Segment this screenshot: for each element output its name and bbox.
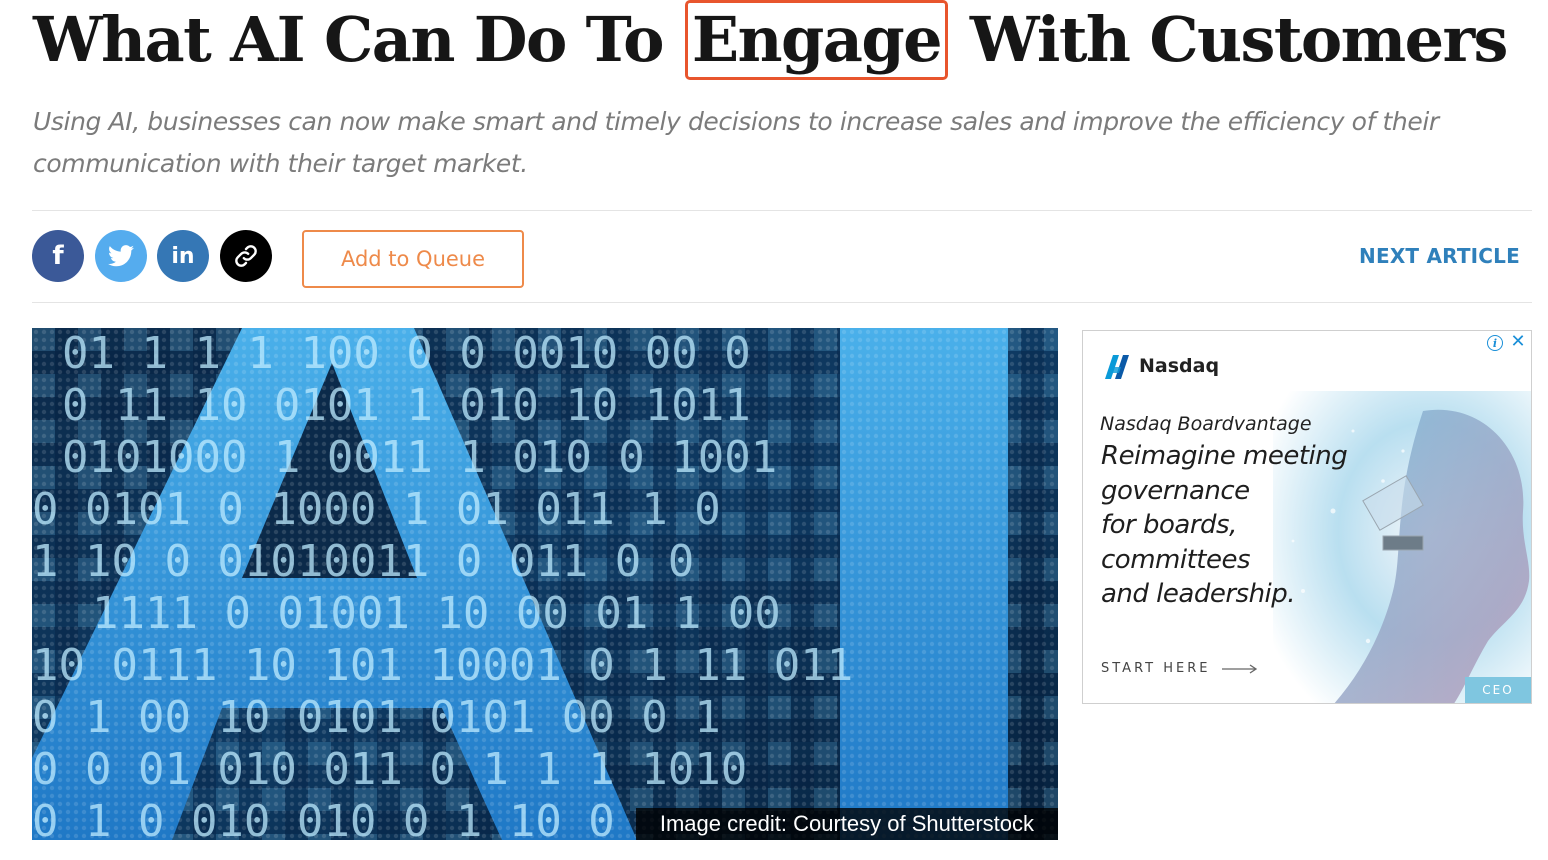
svg-text:0101000 1 0011 1 010 0 1001: 0101000 1 0011 1 010 0 1001	[62, 432, 777, 483]
ad-brand-logo: Nasdaq	[1101, 351, 1219, 381]
share-linkedin-button[interactable]: in	[157, 230, 209, 282]
svg-text:0 0101 0 1000 1 01 011 1 0: 0 0101 0 1000 1 01 011 1 0	[32, 484, 721, 535]
article-title: What AI Can Do To Engage With Customers	[33, 0, 1509, 80]
title-text-after: With Customers	[969, 3, 1509, 76]
svg-text:0 11 10 0101 1 010 10 1011: 0 11 10 0101 1 010 10 1011	[62, 380, 751, 431]
ad-start-here-link[interactable]: START HERE	[1101, 661, 1258, 676]
ad-product-name: Nasdaq Boardvantage	[1100, 413, 1312, 435]
share-facebook-button[interactable]: f	[32, 230, 84, 282]
twitter-icon	[108, 245, 134, 267]
hero-image: 01 1 1 1 100 0 0 0010 00 0 0 11 10 0101 …	[32, 328, 1058, 840]
linkedin-icon: in	[171, 243, 195, 269]
facebook-icon: f	[52, 241, 64, 271]
advertisement[interactable]: Nasdaq Nasdaq Boardvantage Reimagine mee…	[1082, 330, 1532, 704]
title-text-before: What AI Can Do To	[33, 3, 664, 76]
share-twitter-button[interactable]	[95, 230, 147, 282]
title-highlight-word: Engage	[684, 0, 948, 80]
divider-bottom	[32, 302, 1532, 303]
copy-link-button[interactable]	[220, 230, 272, 282]
svg-text:10 0111 10 101 10001 0 1 11 01: 10 0111 10 101 10001 0 1 11 011	[32, 640, 853, 691]
add-to-queue-button[interactable]: Add to Queue	[302, 230, 524, 288]
svg-text:01 1 1 1 100 0 0 0010 00 0: 01 1 1 1 100 0 0 0010 00 0	[62, 328, 751, 379]
divider-top	[32, 210, 1532, 211]
next-article-link[interactable]: NEXT ARTICLE	[1359, 244, 1520, 268]
svg-text:0 1 00 10 0101 0101 00 0 1: 0 1 00 10 0101 0101 00 0 1	[32, 692, 721, 743]
ad-brand-name: Nasdaq	[1139, 355, 1220, 377]
ad-headline: Reimagine meeting governance for boards,…	[1101, 441, 1348, 609]
ad-ceo-tag: CEO	[1465, 677, 1531, 703]
svg-text:0 1 0 010 010 0 1 10 0: 0 1 0 010 010 0 1 10 0	[32, 796, 615, 840]
ad-close-icon[interactable]: ✕	[1509, 333, 1527, 351]
ad-cta-label: START HERE	[1101, 661, 1211, 676]
svg-text:0 0 01 010 011 0 1 1 1 1010: 0 0 01 010 011 0 1 1 1 1010	[32, 744, 747, 795]
hero-ai-binary-graphic: 01 1 1 1 100 0 0 0010 00 0 0 11 10 0101 …	[32, 328, 1058, 840]
svg-text:1 10 0 01010011 0 011 0 0: 1 10 0 01010011 0 011 0 0	[32, 536, 694, 587]
link-icon	[235, 245, 257, 267]
nasdaq-logo-icon	[1105, 355, 1129, 379]
arrow-right-icon	[1221, 663, 1257, 674]
ad-info-icon[interactable]: i	[1487, 335, 1503, 351]
svg-text:1111 0 01001 10 00 01 1 00: 1111 0 01001 10 00 01 1 00	[92, 588, 781, 639]
image-credit-caption: Image credit: Courtesy of Shutterstock	[635, 808, 1058, 840]
article-subtitle: Using AI, businesses can now make smart …	[33, 107, 1439, 178]
